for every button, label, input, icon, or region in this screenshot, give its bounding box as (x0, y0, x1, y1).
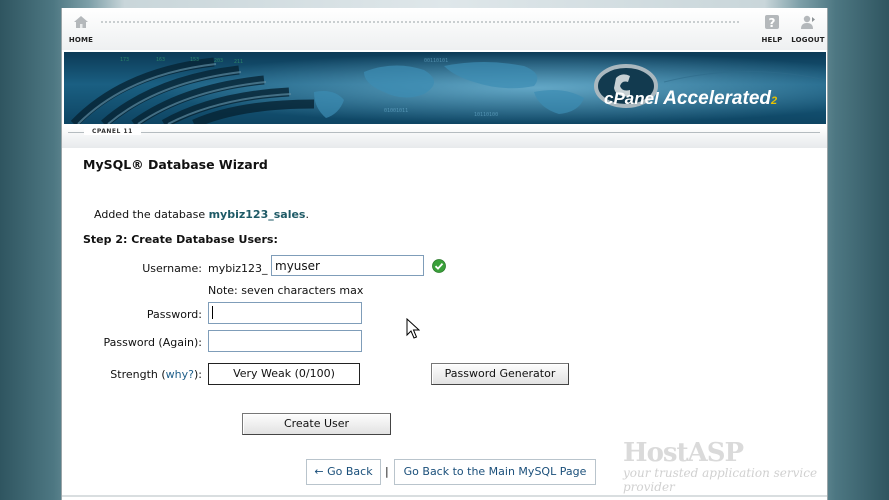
top-navigation-bar: HOME ? HELP LOGOUT (62, 8, 827, 50)
svg-text:203: 203 (214, 58, 223, 64)
step-heading: Step 2: Create Database Users: (83, 233, 278, 246)
create-user-button[interactable]: Create User (242, 413, 391, 435)
home-button[interactable]: HOME (62, 14, 101, 44)
logout-user-icon (801, 15, 815, 29)
decorative-dotted-line (100, 21, 740, 23)
svg-text:?: ? (769, 16, 776, 30)
strength-label-start: Strength ( (110, 368, 166, 381)
strength-label-end: ): (194, 368, 202, 381)
svg-text:01001011: 01001011 (384, 108, 408, 114)
hostasp-watermark: HostASP your trusted application service… (623, 438, 827, 494)
svg-text:153: 153 (190, 57, 199, 63)
username-label: Username: (142, 262, 202, 275)
valid-check-icon (432, 259, 446, 273)
version-strip: CPANEL 11 (62, 126, 827, 148)
help-button[interactable]: ? HELP (752, 14, 792, 44)
version-divider (68, 132, 820, 133)
home-icon (74, 16, 88, 28)
password-again-label: Password (Again): (103, 336, 202, 349)
watermark-tagline: your trusted application service provide… (623, 466, 818, 494)
username-note: Note: seven characters max (208, 284, 364, 297)
cpanel-banner: 173 163 153 203 211 01001011 10110100 0011010… (64, 52, 826, 124)
page-title: MySQL® Database Wizard (83, 157, 268, 172)
added-prefix: Added the database (94, 208, 209, 221)
password-label: Password: (146, 308, 202, 321)
logout-label: LOGOUT (791, 36, 825, 44)
cpanel-accelerated-logo: cPanel Accelerated2 (604, 88, 777, 110)
logout-button[interactable]: LOGOUT (788, 14, 827, 44)
svg-text:211: 211 (234, 59, 243, 65)
svg-text:00110101: 00110101 (424, 58, 448, 64)
strength-meter: Very Weak (0/100) (208, 363, 360, 385)
logo-accelerated-text: Accelerated (663, 88, 771, 109)
back-to-main-mysql-link[interactable]: Go Back to the Main MySQL Page (394, 459, 596, 485)
cpanel-window: HOME ? HELP LOGOUT 173 163 153 203 211 0… (61, 8, 828, 500)
password-input[interactable] (208, 302, 362, 324)
logo-version-two: 2 (771, 95, 778, 107)
password-again-input[interactable] (208, 330, 362, 352)
watermark-brand: HostASP (623, 438, 744, 468)
help-icon: ? (765, 15, 779, 30)
svg-text:173: 173 (120, 57, 129, 63)
mouse-pointer-icon (406, 318, 420, 339)
version-label: CPANEL 11 (84, 128, 141, 135)
username-input[interactable] (271, 255, 424, 276)
svg-text:163: 163 (156, 57, 165, 63)
why-link[interactable]: why? (166, 368, 194, 381)
logo-cpanel-text: cPanel (604, 89, 659, 108)
username-prefix: mybiz123_ (208, 262, 268, 275)
help-label: HELP (761, 36, 783, 44)
password-generator-button[interactable]: Password Generator (431, 363, 569, 385)
added-database-message: Added the database mybiz123_sales. (94, 208, 309, 221)
link-separator: | (385, 465, 389, 478)
database-name: mybiz123_sales (208, 208, 306, 221)
added-suffix: . (305, 208, 309, 221)
text-caret (212, 306, 213, 319)
home-label: HOME (68, 36, 94, 44)
svg-text:10110100: 10110100 (474, 112, 498, 118)
strength-label: Strength (why?): (62, 368, 202, 381)
bottom-divider (62, 495, 827, 497)
go-back-link[interactable]: ← Go Back (306, 459, 381, 485)
